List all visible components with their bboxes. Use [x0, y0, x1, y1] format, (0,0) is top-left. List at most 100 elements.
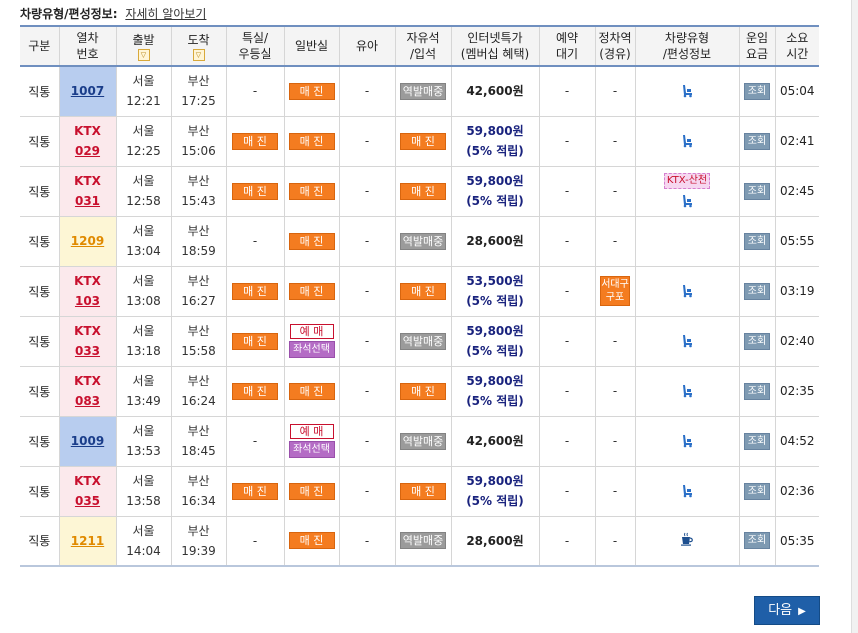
sold-out-button[interactable]: 매 진	[232, 332, 278, 350]
train-number-link[interactable]: 1009	[60, 431, 116, 451]
header-arrival: 도착 ▽	[171, 25, 227, 67]
sold-out-button[interactable]: 매 진	[288, 282, 335, 300]
fare-view-button[interactable]: 조회	[744, 382, 770, 400]
table-row: 직통 KTX 103 서울 13:08 부산 16:27 매 진매 진-매 진 53,500원(…	[20, 266, 819, 317]
train-icon[interactable]	[679, 332, 695, 348]
fare-view-button[interactable]: 조회	[744, 232, 770, 250]
scrollbar[interactable]	[851, 0, 858, 633]
fare-view-button[interactable]: 조회	[744, 182, 770, 200]
sold-out-button[interactable]: 매 진	[232, 132, 278, 150]
table-row: 직통 KTX 035 서울 13:58 부산 16:34 매 진매 진-매 진 59,800원(…	[20, 466, 819, 517]
stops-cell: -	[595, 66, 636, 117]
train-number-link[interactable]: 035	[60, 491, 116, 511]
sold-out-button[interactable]: 매 진	[232, 282, 278, 300]
sold-out-button[interactable]: 매 진	[288, 482, 335, 500]
station-sale-badge: 역발매중	[400, 432, 446, 450]
duration-cell: 05:55	[775, 216, 819, 267]
stops-empty: -	[612, 184, 618, 198]
points-rate: (5% 적립)	[466, 494, 524, 508]
train-icon[interactable]	[679, 382, 695, 398]
free-seat-cell: 매 진	[395, 266, 452, 317]
internet-price: 42,600원	[466, 84, 524, 99]
header-train-no: 열차 번호	[59, 25, 117, 67]
train-icon[interactable]	[679, 482, 695, 498]
train-name[interactable]: KTX	[60, 321, 116, 341]
infant-cell: -	[339, 466, 396, 517]
sold-out-button[interactable]: 매 진	[288, 132, 335, 150]
train-name[interactable]: KTX	[60, 271, 116, 291]
reserve-button[interactable]: 예 매	[289, 424, 334, 439]
fare-view-button[interactable]: 조회	[744, 482, 770, 500]
train-number-link[interactable]: 033	[60, 341, 116, 361]
fare-cell: 조회	[739, 466, 776, 517]
stops-empty: -	[612, 384, 618, 398]
sold-out-button[interactable]: 매 진	[232, 182, 278, 200]
sold-out-button[interactable]: 매 진	[400, 182, 446, 200]
departure-cell: 서울 14:04	[116, 516, 172, 567]
train-icon[interactable]	[679, 282, 695, 298]
stops-empty: -	[612, 533, 618, 548]
arrival-cell: 부산 15:58	[171, 316, 227, 367]
train-number-link[interactable]: 031	[60, 191, 116, 211]
fare-view-button[interactable]: 조회	[744, 282, 770, 300]
infant-cell: -	[339, 516, 396, 567]
train-icon[interactable]	[679, 132, 695, 148]
train-icon[interactable]	[679, 192, 695, 208]
table-row: 직통 KTX 029 서울 12:25 부산 15:06 매 진매 진-매 진 59,800원(…	[20, 116, 819, 167]
vehicle-info-link[interactable]: 자세히 알아보기	[125, 7, 206, 21]
sort-departure-icon[interactable]: ▽	[137, 48, 150, 61]
next-button[interactable]: 다음 ▶	[754, 596, 820, 625]
table-row: 직통 1209 서울 13:04 부산 18:59- 매 진 - 역발매중 28,600원 - - 조회…	[20, 216, 819, 267]
train-number-link[interactable]: 1007	[60, 81, 116, 101]
train-name[interactable]: KTX	[60, 371, 116, 391]
infant-cell: -	[339, 416, 396, 467]
fare-view-button[interactable]: 조회	[744, 82, 770, 100]
sort-arrival-icon[interactable]: ▽	[192, 48, 205, 61]
sold-out-button[interactable]: 매 진	[400, 132, 446, 150]
fare-view-button[interactable]: 조회	[744, 432, 770, 450]
stops-empty: -	[612, 134, 618, 148]
header-fare: 운임 요금	[739, 25, 776, 67]
train-number-link[interactable]: 083	[60, 391, 116, 411]
points-rate: (5% 적립)	[466, 194, 524, 208]
sold-out-button[interactable]: 매 진	[288, 232, 335, 250]
header-waitlist: 예약 대기	[539, 25, 596, 67]
sold-out-button[interactable]: 매 진	[232, 482, 278, 500]
sold-out-button[interactable]: 매 진	[232, 382, 278, 400]
fare-view-button[interactable]: 조회	[744, 132, 770, 150]
train-number-link[interactable]: 1209	[60, 231, 116, 251]
ktx-sancheon-badge[interactable]: KTX-산천	[663, 172, 711, 189]
free-seat-cell: 매 진	[395, 116, 452, 167]
fare-view-button[interactable]: 조회	[744, 532, 770, 550]
waitlist-cell: -	[539, 266, 596, 317]
seat-select-button[interactable]: 좌석선택	[288, 341, 335, 358]
train-number-link[interactable]: 103	[60, 291, 116, 311]
sold-out-button[interactable]: 매 진	[400, 482, 446, 500]
vehicle-info-bar: 차량유형/편성정보: 자세히 알아보기	[20, 5, 206, 22]
train-number-link[interactable]: 1211	[60, 531, 116, 551]
coffee-icon[interactable]	[679, 531, 695, 547]
train-number-link[interactable]: 029	[60, 141, 116, 161]
sold-out-button[interactable]: 매 진	[288, 382, 335, 400]
special-seat-cell: 매 진	[226, 466, 285, 517]
sold-out-button[interactable]: 매 진	[400, 382, 446, 400]
sold-out-button[interactable]: 매 진	[288, 182, 335, 200]
train-name[interactable]: KTX	[60, 121, 116, 141]
sold-out-button[interactable]: 매 진	[400, 282, 446, 300]
duration-cell: 02:40	[775, 316, 819, 367]
train-icon[interactable]	[679, 82, 695, 98]
fare-view-button[interactable]: 조회	[744, 332, 770, 350]
stop-stations-badge[interactable]: 서대구 구포	[600, 276, 630, 306]
train-icon[interactable]	[679, 432, 695, 448]
duration-cell: 02:35	[775, 366, 819, 417]
arrival-cell: 부산 18:59	[171, 216, 227, 267]
train-name[interactable]: KTX	[60, 171, 116, 191]
seat-select-button[interactable]: 좌석선택	[288, 441, 335, 458]
sold-out-button[interactable]: 매 진	[288, 532, 335, 550]
reserve-button[interactable]: 예 매	[289, 324, 334, 339]
train-number-cell: 1007	[59, 66, 117, 117]
sold-out-button[interactable]: 매 진	[288, 82, 335, 100]
train-name[interactable]: KTX	[60, 471, 116, 491]
arrival-cell: 부산 15:43	[171, 166, 227, 217]
route-type: 직통	[20, 466, 60, 517]
